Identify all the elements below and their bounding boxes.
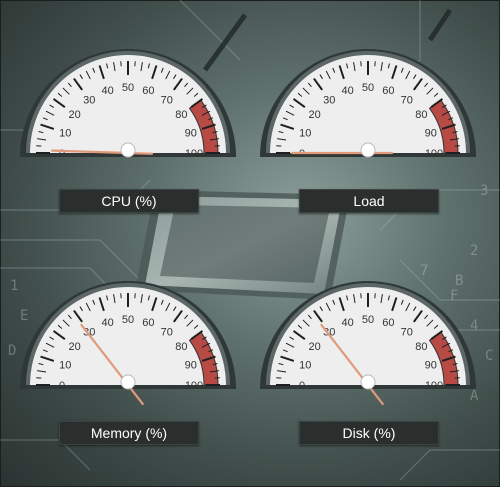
gauge-tick-label: 70 (161, 327, 173, 339)
gauge-tick-label: 80 (415, 109, 427, 121)
gauge-tick-label: 90 (425, 360, 437, 372)
gauge-tick-label: 90 (185, 360, 197, 372)
gauge-tick-label: 70 (401, 95, 413, 107)
gauge-tick-label: 60 (142, 85, 154, 97)
cpu-gauge: 0 10 20 30 40 50 60 70 80 90 100 (18, 38, 258, 188)
background-glyph: 2 (470, 243, 478, 259)
gauge-tick-label: 40 (101, 85, 113, 97)
cpu-gauge-dial: 010203040 50 60708090100 (20, 49, 236, 160)
gauge-tick-label: 100 (185, 380, 203, 392)
load-gauge-dial: 0102030405060708090100 (260, 49, 476, 160)
gauge-needle-hub (360, 142, 376, 158)
gauge-tick-label: 90 (185, 128, 197, 140)
gauge-tick-label: 100 (425, 148, 443, 160)
cpu-gauge-label: CPU (%) (59, 189, 199, 213)
gauge-tick-label: 50 (122, 82, 134, 94)
gauge-tick-label: 20 (68, 341, 80, 353)
load-gauge: 0102030405060708090100 (258, 38, 498, 188)
gauge-needle-hub (120, 142, 136, 158)
memory-gauge-dial: 010203040 50 60708090100 (20, 281, 236, 406)
gauge-tick-label: 50 (362, 314, 374, 326)
gauge-tick-label: 0 (59, 380, 65, 392)
gauge-tick-label: 80 (415, 341, 427, 353)
gauge-tick-label: 80 (175, 341, 187, 353)
gauge-tick-label: 20 (308, 341, 320, 353)
gauge-tick-label: 40 (101, 317, 113, 329)
disk-gauge-label: Disk (%) (299, 421, 439, 445)
gauge-tick-label: 40 (341, 85, 353, 97)
gauge-tick-label: 70 (401, 327, 413, 339)
gauge-tick-label: 30 (83, 95, 95, 107)
load-gauge-label: Load (299, 189, 439, 213)
memory-gauge-label: Memory (%) (59, 421, 199, 445)
gauge-needle-hub (120, 374, 136, 390)
gauge-tick-label: 20 (68, 109, 80, 121)
gauge-tick-label: 90 (425, 128, 437, 140)
gauge-tick-label: 60 (382, 317, 394, 329)
gauge-tick-label: 10 (59, 360, 71, 372)
dashboard-panel: 7B2F8431ED6AC 0102030405060708090100 CPU… (0, 0, 500, 487)
gauge-tick-label: 50 (122, 314, 134, 326)
gauge-needle-hub (360, 374, 376, 390)
memory-gauge: 0 10 20 30 40 50 60 70 80 90 100 (18, 270, 258, 420)
gauge-tick-label: 60 (382, 85, 394, 97)
gauge-tick-label: 0 (299, 380, 305, 392)
gauge-tick-label: 10 (299, 360, 311, 372)
disk-gauge-dial: 010203040 50 60708090100 (260, 281, 476, 406)
background-glyph: D (8, 343, 16, 359)
gauge-tick-label: 10 (299, 128, 311, 140)
gauge-tick-label: 30 (323, 95, 335, 107)
gauge-tick-label: 40 (341, 317, 353, 329)
gauge-tick-label: 80 (175, 109, 187, 121)
gauge-tick-label: 70 (161, 95, 173, 107)
gauge-tick-label: 60 (142, 317, 154, 329)
disk-gauge: 0 10 20 30 40 50 60 70 80 90 100 (258, 270, 498, 420)
gauge-tick-label: 100 (185, 148, 203, 160)
gauge-tick-label: 20 (308, 109, 320, 121)
gauge-tick-label: 10 (59, 128, 71, 140)
gauge-tick-label: 100 (425, 380, 443, 392)
gauge-tick-label: 50 (362, 82, 374, 94)
